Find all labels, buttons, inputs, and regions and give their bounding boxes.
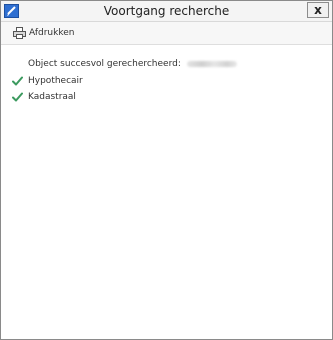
progress-item-label: Hypothecair (28, 76, 83, 86)
printer-icon (13, 27, 26, 39)
title-bar: Voortgang recherche x (1, 1, 332, 22)
progress-item-hypothecair: Hypothecair (12, 76, 83, 86)
status-text: Object succesvol gerechercheerd: (28, 59, 181, 69)
close-button[interactable]: x (307, 2, 329, 18)
window-title: Voortgang recherche (103, 4, 230, 18)
print-button-label: Afdrukken (29, 28, 75, 38)
status-message: Object succesvol gerechercheerd: (28, 59, 237, 69)
checkmark-icon (12, 92, 23, 102)
progress-item-kadastraal: Kadastraal (12, 92, 76, 102)
progress-item-label: Kadastraal (28, 92, 76, 102)
close-icon: x (314, 3, 322, 17)
print-button[interactable]: Afdrukken (13, 25, 74, 41)
redacted-object-id (186, 61, 237, 67)
checkmark-icon (12, 76, 23, 86)
progress-content: Object succesvol gerechercheerd: Hypothe… (1, 45, 332, 339)
progress-dialog: Voortgang recherche x Afdrukken Object s… (0, 0, 333, 340)
toolbar: Afdrukken (1, 22, 332, 45)
